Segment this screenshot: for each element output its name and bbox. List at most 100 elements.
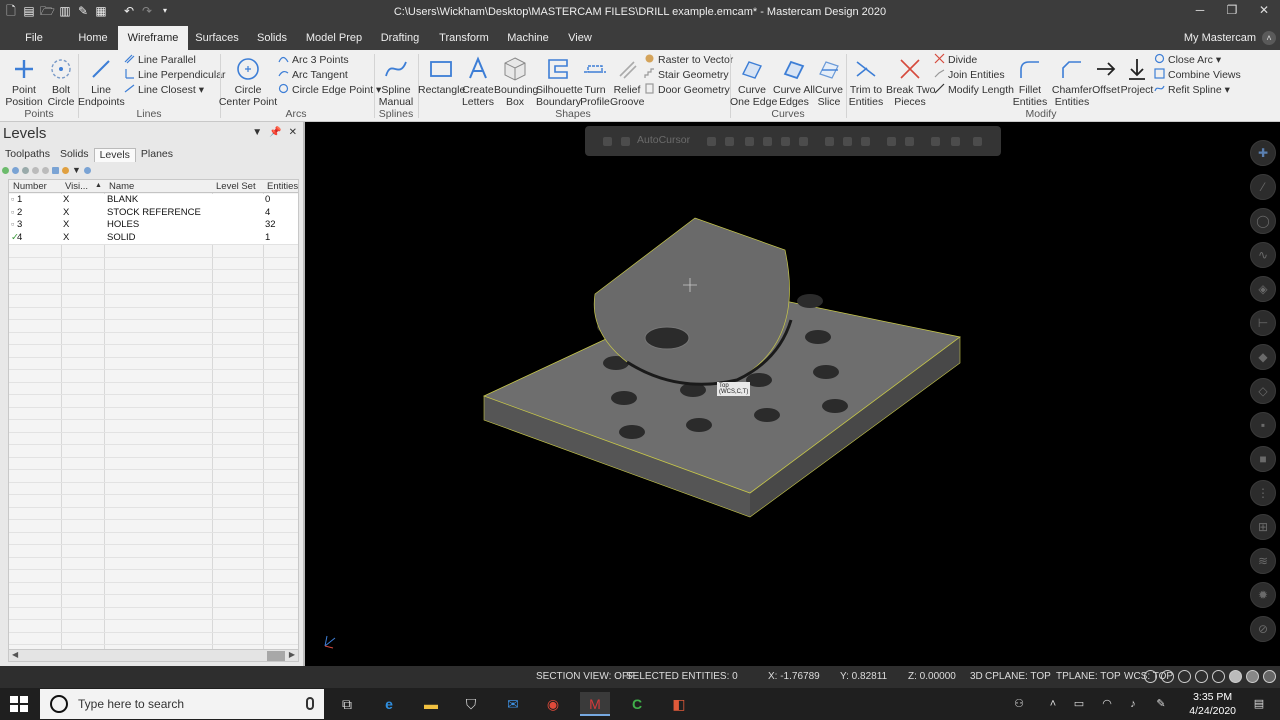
divide-button[interactable]: Divide bbox=[934, 53, 977, 68]
line-endpoints-button[interactable]: Line Endpoints bbox=[78, 56, 125, 108]
system-clock[interactable]: 3:35 PM 4/24/2020 bbox=[1189, 690, 1236, 718]
select-window-icon[interactable] bbox=[781, 137, 790, 146]
panel-menu-chevron-down-icon[interactable]: ▼ bbox=[252, 127, 262, 138]
view-globe-icon[interactable] bbox=[1144, 670, 1157, 683]
edge-browser-icon[interactable]: e bbox=[374, 692, 404, 716]
stair-geometry-button[interactable]: Stair Geometry bbox=[644, 68, 729, 83]
refit-spline-button[interactable]: Refit Spline ▾ bbox=[1154, 83, 1230, 98]
rectangle-button[interactable]: Rectangle bbox=[418, 56, 465, 96]
battery-icon[interactable]: ▭ bbox=[1072, 697, 1086, 711]
add-level-icon[interactable] bbox=[2, 166, 9, 174]
spline-manual-button[interactable]: Spline Manual bbox=[374, 56, 418, 108]
close-button[interactable]: ✕ bbox=[1248, 0, 1280, 22]
layers-icon[interactable]: ≋ bbox=[1250, 548, 1276, 574]
select-chain-icon[interactable] bbox=[763, 137, 772, 146]
y-coordinate[interactable]: Y: 0.82811 bbox=[840, 671, 887, 682]
graphics-viewport[interactable]: Top (WCS,C,T) AutoCursor ✚ ⁄ ◯ ∿ ◈ ⊢ ◆ ◇… bbox=[307, 122, 1280, 666]
fillet-entities-button[interactable]: Fillet Entities bbox=[1010, 56, 1050, 108]
door-geometry-button[interactable]: Door Geometry bbox=[644, 83, 730, 98]
tab-home[interactable]: Home bbox=[72, 26, 114, 50]
level-refresh-icon[interactable] bbox=[42, 166, 49, 174]
line-parallel-button[interactable]: Line Parallel bbox=[124, 53, 196, 68]
raster-to-vector-button[interactable]: Raster to Vector bbox=[644, 53, 733, 68]
microphone-icon[interactable] bbox=[306, 697, 314, 710]
scroll-left-arrow-icon[interactable]: ◀ bbox=[12, 650, 18, 659]
notifications-icon[interactable]: ▤ bbox=[1252, 697, 1266, 711]
part-model[interactable] bbox=[307, 122, 1280, 666]
column-number[interactable]: Number bbox=[13, 181, 47, 192]
level-settings-gear-icon[interactable] bbox=[62, 166, 69, 174]
recorder-icon[interactable]: ◧ bbox=[664, 692, 694, 716]
people-icon[interactable]: ⚇ bbox=[1012, 697, 1026, 711]
project-button[interactable]: Project bbox=[1120, 56, 1154, 96]
horizontal-scrollbar[interactable]: ◀ ▶ bbox=[8, 649, 299, 662]
select-only-icon[interactable] bbox=[905, 137, 914, 146]
create-letters-button[interactable]: Create Letters bbox=[461, 56, 495, 108]
circle-center-point-button[interactable]: Circle Center Point bbox=[218, 56, 278, 108]
table-row[interactable]: ▫ 2 X STOCK REFERENCE 4 bbox=[9, 206, 298, 219]
tab-solids[interactable]: Solids bbox=[252, 26, 292, 50]
restore-button[interactable]: ❐ bbox=[1216, 0, 1248, 22]
bounding-box-button[interactable]: Bounding Box bbox=[494, 56, 538, 108]
windows-start-icon[interactable] bbox=[10, 696, 28, 712]
line-mask-icon[interactable]: ⁄ bbox=[1250, 174, 1276, 200]
tab-file[interactable]: File bbox=[14, 26, 54, 50]
modify-length-button[interactable]: Modify Length bbox=[934, 83, 1014, 98]
shading-icon[interactable] bbox=[1229, 670, 1242, 683]
level-mask-icon[interactable]: ⋮ bbox=[1250, 480, 1276, 506]
column-entities[interactable]: Entities bbox=[267, 181, 298, 192]
level-help-icon[interactable] bbox=[83, 166, 91, 174]
tab-machine[interactable]: Machine bbox=[504, 26, 552, 50]
clear-icon[interactable] bbox=[973, 137, 982, 146]
scroll-right-arrow-icon[interactable]: ▶ bbox=[289, 650, 295, 659]
arc-3-points-button[interactable]: Arc 3 Points bbox=[278, 53, 349, 68]
wifi-icon[interactable]: ◠ bbox=[1100, 697, 1114, 711]
select-area-icon[interactable] bbox=[799, 137, 808, 146]
curve-all-edges-button[interactable]: Curve All Edges bbox=[772, 56, 816, 108]
select-face-icon[interactable] bbox=[861, 137, 870, 146]
scrollbar-thumb[interactable] bbox=[267, 651, 285, 661]
surface-mask-icon[interactable]: ◈ bbox=[1250, 276, 1276, 302]
mastercam-app-icon[interactable]: M bbox=[580, 692, 610, 716]
camtasia-icon[interactable]: C bbox=[622, 692, 652, 716]
tab-planes[interactable]: Planes bbox=[136, 148, 178, 162]
pen-icon[interactable]: ✎ bbox=[1154, 697, 1168, 711]
view-globe-2-icon[interactable] bbox=[1161, 670, 1174, 683]
column-name[interactable]: Name bbox=[109, 181, 134, 192]
verify-icon[interactable] bbox=[931, 137, 940, 146]
lock-icon[interactable] bbox=[603, 137, 612, 146]
select-arrow-icon[interactable] bbox=[745, 137, 754, 146]
level-visible-icon[interactable] bbox=[22, 166, 29, 174]
ribbon-collapse-chevron-icon[interactable]: ˄ bbox=[1262, 31, 1276, 45]
file-explorer-icon[interactable]: ▬ bbox=[416, 692, 446, 716]
arc-mask-icon[interactable]: ◯ bbox=[1250, 208, 1276, 234]
volume-icon[interactable]: ♪ bbox=[1126, 697, 1140, 711]
silhouette-boundary-button[interactable]: Silhouette Boundary bbox=[536, 56, 583, 108]
find-level-icon[interactable] bbox=[12, 166, 19, 174]
table-row[interactable]: ▫ 3 X HOLES 32 bbox=[9, 219, 298, 232]
panel-close-icon[interactable]: ✕ bbox=[289, 127, 297, 138]
select-vector-icon[interactable] bbox=[825, 137, 834, 146]
tab-toolpaths[interactable]: Toolpaths bbox=[0, 148, 55, 162]
table-row[interactable]: ▫ 1 X BLANK 0 bbox=[9, 194, 298, 207]
chrome-icon[interactable]: ◉ bbox=[538, 692, 568, 716]
column-visible[interactable]: Visi... bbox=[65, 181, 88, 192]
filter-chevron-down-icon[interactable]: ▼ bbox=[72, 165, 81, 175]
tray-chevron-up-icon[interactable]: ˄ bbox=[1046, 697, 1060, 711]
refresh-icon[interactable] bbox=[951, 137, 960, 146]
group-mask-icon[interactable]: ⊞ bbox=[1250, 514, 1276, 540]
view-globe-3-icon[interactable] bbox=[1178, 670, 1191, 683]
line-closest-button[interactable]: Line Closest ▾ bbox=[124, 83, 204, 98]
point-position-button[interactable]: Point Position bbox=[2, 56, 46, 108]
z-coordinate[interactable]: Z: 0.00000 bbox=[908, 671, 956, 682]
offset-button[interactable]: Offset bbox=[1092, 56, 1120, 96]
combine-views-button[interactable]: Combine Views bbox=[1154, 68, 1241, 83]
tab-surfaces[interactable]: Surfaces bbox=[194, 26, 240, 50]
minimize-button[interactable]: ─ bbox=[1184, 0, 1216, 22]
curve-slice-button[interactable]: Curve Slice bbox=[814, 56, 844, 108]
add-icon[interactable]: ✚ bbox=[1250, 140, 1276, 166]
line-perpendicular-button[interactable]: Line Perpendicular bbox=[124, 68, 226, 83]
cplane-status[interactable]: CPLANE: TOP bbox=[985, 671, 1051, 682]
column-level-set[interactable]: Level Set bbox=[216, 181, 256, 192]
snap-point-icon[interactable] bbox=[707, 137, 716, 146]
